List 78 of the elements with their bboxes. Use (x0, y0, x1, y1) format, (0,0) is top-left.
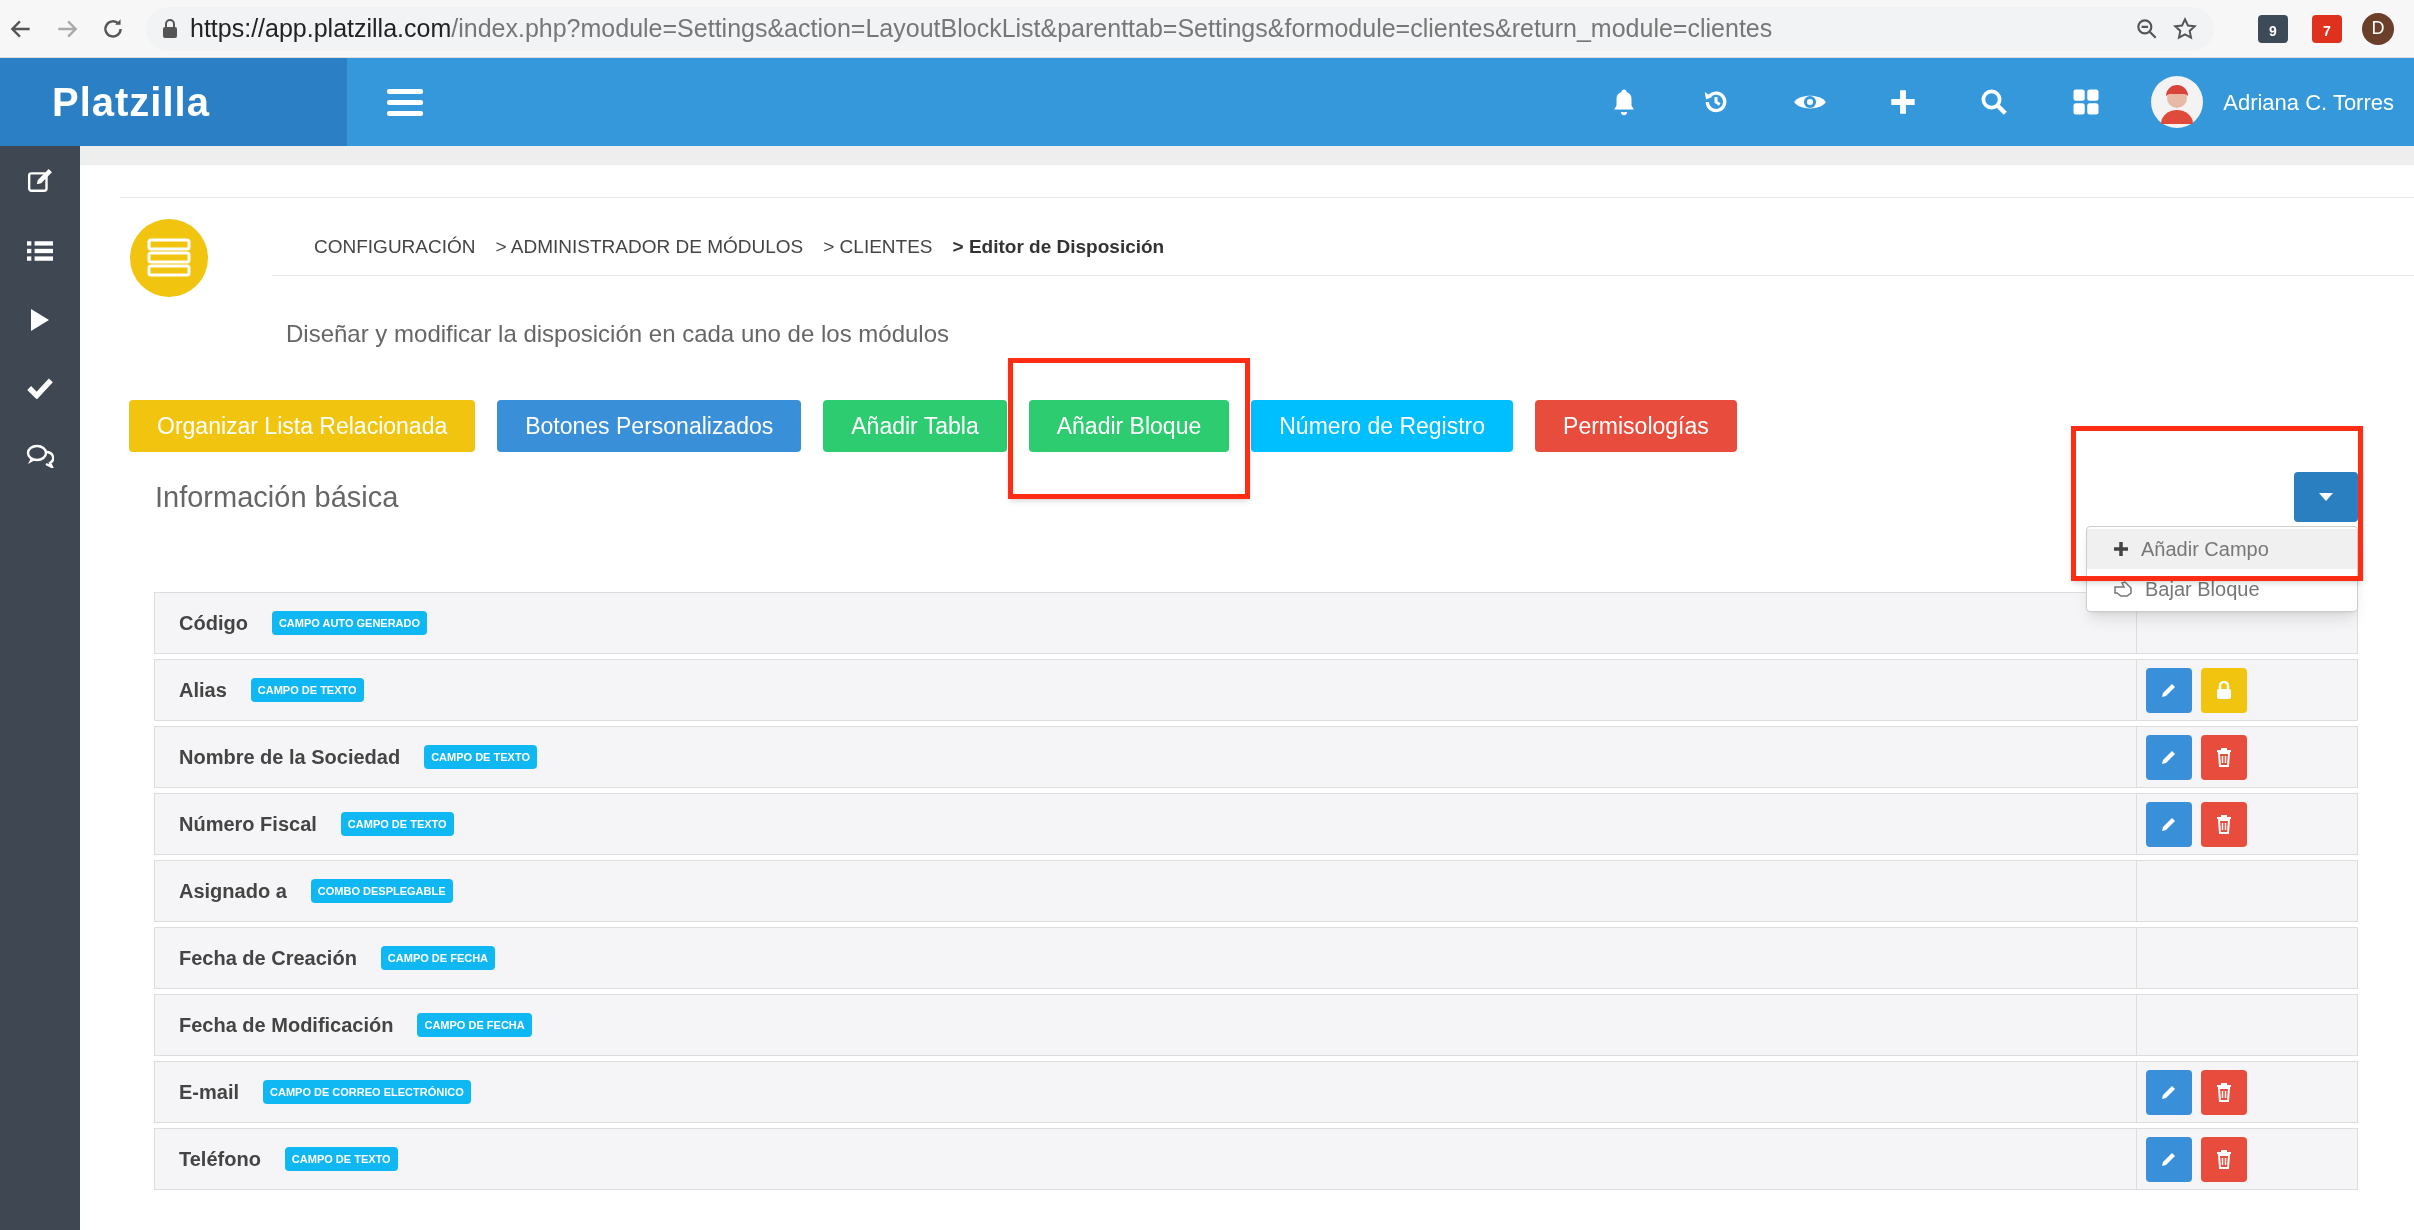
field-type-badge: CAMPO DE TEXTO (250, 677, 364, 703)
breadcrumb-link[interactable]: > ADMINISTRADOR DE MÓDULOS (495, 232, 804, 262)
field-label: Asignado a (179, 879, 287, 904)
profile-avatar[interactable]: D (2362, 12, 2394, 45)
lock-icon (162, 18, 178, 39)
edit-button[interactable] (2146, 801, 2192, 847)
pencil-icon (2160, 1083, 2178, 1101)
field-label: Nombre de la Sociedad (179, 745, 401, 770)
field-type-badge: CAMPO DE FECHA (417, 1012, 532, 1038)
extension-icon[interactable]: 7 (2312, 14, 2342, 43)
field-row[interactable]: Fecha de Creación CAMPO DE FECHA (154, 927, 2137, 989)
trash-icon (2216, 814, 2232, 834)
pencil-icon (2160, 748, 2178, 766)
comments-icon[interactable] (26, 444, 54, 468)
field-type-badge: CAMPO DE TEXTO (284, 1146, 398, 1172)
menu-icon[interactable] (387, 87, 423, 117)
lock-icon (2216, 681, 2232, 699)
delete-button[interactable] (2201, 1136, 2247, 1182)
logo[interactable]: Platzilla (52, 72, 210, 132)
field-row[interactable]: Asignado a COMBO DESPLEGABLE (154, 860, 2137, 922)
address-bar[interactable]: https://app.platzilla.com/index.php?module=Settings&action=LayoutBlockList&parenttab=Settings&formodule=clientes&return_module=clientes (146, 6, 2214, 51)
delete-button[interactable] (2201, 734, 2247, 780)
field-row[interactable]: Código CAMPO AUTO GENERADO (154, 592, 2137, 654)
field-row[interactable]: Teléfono CAMPO DE TEXTO (154, 1128, 2137, 1190)
url-origin: https://app.platzilla.com (190, 12, 452, 44)
extension-icon[interactable]: 9 (2258, 14, 2288, 43)
breadcrumb-link[interactable]: CONFIGURACIÓN (314, 232, 476, 262)
edit-icon[interactable] (27, 168, 53, 194)
menu-item[interactable]: Bajar Bloque (2087, 569, 2357, 609)
edit-button[interactable] (2146, 1069, 2192, 1115)
field-row[interactable]: Nombre de la Sociedad CAMPO DE TEXTO (154, 726, 2137, 788)
breadcrumb-link[interactable]: > CLIENTES (823, 232, 933, 262)
field-row[interactable]: Número Fiscal CAMPO DE TEXTO (154, 793, 2137, 855)
trash-icon (2216, 747, 2232, 767)
check-icon[interactable] (27, 377, 53, 399)
grid-icon[interactable] (2071, 87, 2102, 117)
star-icon[interactable] (2172, 15, 2198, 42)
hand-icon (2113, 580, 2133, 598)
search-icon[interactable] (1979, 87, 2010, 117)
field-label: Teléfono (179, 1147, 261, 1172)
pencil-icon (2160, 681, 2178, 699)
pencil-icon (2160, 815, 2178, 833)
field-label: Número Fiscal (179, 812, 317, 837)
menu-item[interactable]: Añadir Campo (2087, 529, 2357, 569)
field-type-badge: CAMPO DE TEXTO (340, 811, 454, 837)
field-type-badge: COMBO DESPLEGABLE (310, 878, 453, 904)
breadcrumb-current: > Editor de Disposición (952, 234, 1165, 259)
field-type-badge: CAMPO DE FECHA (380, 945, 496, 971)
field-type-badge: CAMPO DE TEXTO (424, 744, 537, 770)
edit-button[interactable] (2146, 667, 2192, 713)
field-row[interactable]: Fecha de Modificación CAMPO DE FECHA (154, 994, 2137, 1056)
field-label: Código (179, 611, 248, 636)
edit-button[interactable] (2146, 734, 2192, 780)
block-title: Información básica (155, 480, 399, 515)
trash-icon (2216, 1082, 2232, 1102)
play-icon[interactable] (29, 308, 51, 332)
toolbar-button[interactable]: Permisologías (1535, 400, 1737, 452)
pencil-icon (2160, 1150, 2178, 1168)
field-type-badge: CAMPO DE CORREO ELECTRÓNICO (263, 1079, 471, 1105)
field-type-badge: CAMPO AUTO GENERADO (271, 610, 428, 636)
list-icon[interactable] (27, 239, 53, 263)
field-label: Fecha de Modificación (179, 1013, 394, 1038)
edit-button[interactable] (2146, 1136, 2192, 1182)
field-label: Fecha de Creación (179, 946, 357, 971)
user-avatar[interactable] (2151, 76, 2204, 128)
field-row[interactable]: Alias CAMPO DE TEXTO (154, 659, 2137, 721)
caret-icon (2319, 493, 2333, 501)
plus-icon (2113, 541, 2129, 557)
plus-icon[interactable] (1889, 88, 1918, 116)
field-label: E-mail (179, 1080, 240, 1105)
url-path: /index.php?module=Settings&action=LayoutBlockList&parenttab=Settings&formodule=clientes&return_module=clientes (451, 12, 1773, 44)
delete-button[interactable] (2201, 1069, 2247, 1115)
block-options-button[interactable] (2294, 472, 2358, 522)
field-label: Alias (179, 678, 227, 703)
field-row[interactable]: E-mail CAMPO DE CORREO ELECTRÓNICO (154, 1061, 2137, 1123)
trash-icon (2216, 1149, 2232, 1169)
delete-button[interactable] (2201, 801, 2247, 847)
page-subtitle: Diseñar y modificar la disposición en cada uno de los módulos (285, 319, 951, 349)
